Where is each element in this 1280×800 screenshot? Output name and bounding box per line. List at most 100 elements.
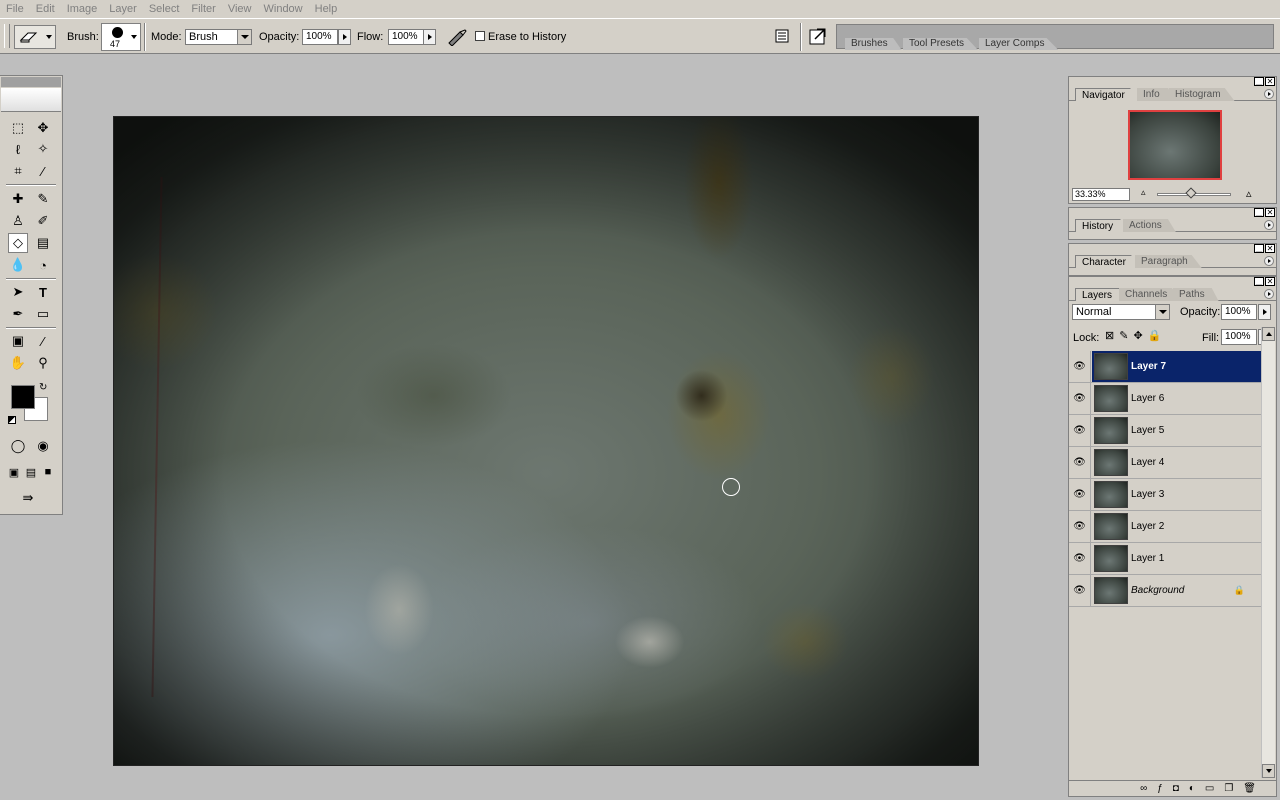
tab-history[interactable]: History bbox=[1075, 219, 1129, 232]
foreground-color-swatch[interactable] bbox=[11, 385, 35, 409]
layers-scrollbar[interactable] bbox=[1261, 327, 1275, 778]
history-title-bar[interactable]: ▁ ✕ bbox=[1069, 208, 1276, 218]
airbrush-icon[interactable] bbox=[446, 28, 468, 46]
close-icon[interactable]: ✕ bbox=[1265, 277, 1275, 286]
visibility-eye-icon[interactable]: 👁 bbox=[1069, 543, 1091, 574]
visibility-eye-icon[interactable]: 👁 bbox=[1069, 479, 1091, 510]
tab-navigator[interactable]: Navigator bbox=[1075, 88, 1140, 101]
well-tab-tool-presets[interactable]: Tool Presets bbox=[903, 38, 979, 50]
zoom-input[interactable]: 33.33% bbox=[1072, 188, 1130, 201]
visibility-eye-icon[interactable]: 👁 bbox=[1069, 351, 1091, 382]
blur-tool-icon[interactable]: 💧 bbox=[8, 255, 28, 275]
layer-opacity-input[interactable]: 100% bbox=[1221, 304, 1257, 320]
pen-tool-icon[interactable]: ✒ bbox=[8, 304, 28, 324]
healing-brush-tool-icon[interactable]: ✚ bbox=[8, 189, 28, 209]
zoom-in-icon[interactable]: ▵ bbox=[1246, 187, 1252, 200]
full-screen-mode-icon[interactable]: ■ bbox=[38, 462, 58, 482]
feather-logo[interactable] bbox=[1, 88, 61, 112]
lasso-tool-icon[interactable]: ℓ bbox=[8, 139, 28, 159]
tab-paragraph[interactable]: Paragraph bbox=[1135, 255, 1202, 268]
path-selection-tool-icon[interactable]: ➤ bbox=[8, 282, 28, 302]
minimize-icon[interactable]: ▁ bbox=[1254, 277, 1264, 286]
jump-to-imageready-icon[interactable]: ⇛ bbox=[8, 488, 48, 508]
layer-row[interactable]: 👁 Background 🔒 bbox=[1069, 575, 1261, 607]
menu-file[interactable]: File bbox=[0, 0, 30, 18]
menu-filter[interactable]: Filter bbox=[185, 0, 221, 18]
opacity-slider-button[interactable] bbox=[338, 29, 351, 45]
menu-select[interactable]: Select bbox=[143, 0, 186, 18]
slice-tool-icon[interactable]: ⁄ bbox=[33, 161, 53, 181]
shape-tool-icon[interactable]: ▭ bbox=[33, 304, 53, 324]
menu-help[interactable]: Help bbox=[309, 0, 344, 18]
delete-layer-icon[interactable]: 🗑 bbox=[1243, 783, 1256, 794]
close-icon[interactable]: ✕ bbox=[1265, 208, 1275, 217]
menu-view[interactable]: View bbox=[222, 0, 258, 18]
layer-row[interactable]: 👁 Layer 5 bbox=[1069, 415, 1261, 447]
layer-opacity-slider-button[interactable] bbox=[1258, 304, 1271, 320]
flow-input[interactable]: 100% bbox=[388, 29, 424, 45]
jump-to-imageready-icon[interactable] bbox=[807, 25, 829, 47]
new-layer-icon[interactable]: ❐ bbox=[1224, 783, 1233, 794]
close-icon[interactable]: ✕ bbox=[1265, 244, 1275, 253]
marquee-tool-icon[interactable]: ⬚ bbox=[8, 118, 28, 138]
clone-stamp-tool-icon[interactable]: ♙ bbox=[8, 211, 28, 231]
dodge-tool-icon[interactable]: ◔ bbox=[33, 255, 53, 275]
quick-mask-mode-icon[interactable]: ◉ bbox=[33, 436, 53, 456]
menu-window[interactable]: Window bbox=[258, 0, 309, 18]
lock-all-icon[interactable]: 🔒 bbox=[1148, 329, 1162, 342]
opacity-input[interactable]: 100% bbox=[302, 29, 338, 45]
layer-row[interactable]: 👁 Layer 6 bbox=[1069, 383, 1261, 415]
type-tool-icon[interactable]: T bbox=[33, 282, 53, 302]
tool-preset-picker[interactable] bbox=[14, 25, 56, 49]
notes-tool-icon[interactable]: ▣ bbox=[8, 331, 28, 351]
blend-mode-select[interactable]: Normal bbox=[1072, 304, 1170, 320]
scroll-up-icon[interactable] bbox=[1262, 327, 1275, 341]
tab-info[interactable]: Info bbox=[1137, 88, 1174, 101]
navigator-title-bar[interactable]: ▁ ✕ bbox=[1069, 77, 1276, 87]
well-tab-brushes[interactable]: Brushes bbox=[845, 38, 902, 50]
panel-menu-icon[interactable] bbox=[1264, 220, 1274, 230]
default-colors-icon[interactable] bbox=[8, 416, 16, 424]
brush-tool-icon[interactable]: ✎ bbox=[33, 189, 53, 209]
character-title-bar[interactable]: ▁ ✕ bbox=[1069, 244, 1276, 254]
erase-to-history-checkbox[interactable] bbox=[475, 31, 485, 41]
move-tool-icon[interactable]: ✥ bbox=[33, 118, 53, 138]
layer-row[interactable]: 👁 Layer 3 bbox=[1069, 479, 1261, 511]
eyedropper-tool-icon[interactable]: ⁄ bbox=[33, 331, 53, 351]
panel-menu-icon[interactable] bbox=[1264, 256, 1274, 266]
layer-row[interactable]: 👁 Layer 4 bbox=[1069, 447, 1261, 479]
tab-paths[interactable]: Paths bbox=[1173, 288, 1219, 301]
crop-tool-icon[interactable]: ⌗ bbox=[8, 161, 28, 181]
palette-options-icon[interactable] bbox=[774, 28, 790, 44]
minimize-icon[interactable]: ▁ bbox=[1254, 77, 1264, 86]
layer-row[interactable]: 👁 Layer 2 bbox=[1069, 511, 1261, 543]
brush-picker[interactable]: 47 bbox=[101, 23, 141, 51]
visibility-eye-icon[interactable]: 👁 bbox=[1069, 383, 1091, 414]
gradient-tool-icon[interactable]: ▤ bbox=[33, 233, 53, 253]
flow-slider-button[interactable] bbox=[423, 29, 436, 45]
eraser-tool-icon[interactable]: ◇ bbox=[8, 233, 28, 253]
menu-layer[interactable]: Layer bbox=[103, 0, 143, 18]
layers-title-bar[interactable]: ▁ ✕ bbox=[1069, 277, 1276, 287]
zoom-tool-icon[interactable]: ⚲ bbox=[33, 353, 53, 373]
swap-colors-icon[interactable]: ↻ bbox=[39, 382, 47, 393]
document-canvas[interactable] bbox=[113, 116, 979, 766]
options-bar-grip[interactable] bbox=[4, 24, 10, 48]
link-layers-icon[interactable]: ∞ bbox=[1140, 783, 1147, 794]
magic-wand-tool-icon[interactable]: ✧ bbox=[33, 139, 53, 159]
minimize-icon[interactable]: ▁ bbox=[1254, 208, 1264, 217]
minimize-icon[interactable]: ▁ bbox=[1254, 244, 1264, 253]
lock-transparency-icon[interactable]: ⊠ bbox=[1105, 329, 1114, 342]
hand-tool-icon[interactable]: ✋ bbox=[8, 353, 28, 373]
tab-actions[interactable]: Actions bbox=[1123, 219, 1176, 232]
menu-image[interactable]: Image bbox=[61, 0, 104, 18]
layer-row[interactable]: 👁 Layer 1 bbox=[1069, 543, 1261, 575]
zoom-out-icon[interactable]: ▵ bbox=[1141, 187, 1146, 198]
well-tab-layer-comps[interactable]: Layer Comps bbox=[979, 38, 1059, 50]
toolbox-title-bar[interactable] bbox=[1, 77, 61, 87]
visibility-eye-icon[interactable]: 👁 bbox=[1069, 575, 1091, 606]
lock-pixels-icon[interactable]: ✎ bbox=[1119, 329, 1128, 342]
navigator-thumbnail[interactable] bbox=[1128, 110, 1222, 180]
layer-mask-icon[interactable]: ◘ bbox=[1173, 783, 1179, 794]
scroll-down-icon[interactable] bbox=[1262, 764, 1275, 778]
